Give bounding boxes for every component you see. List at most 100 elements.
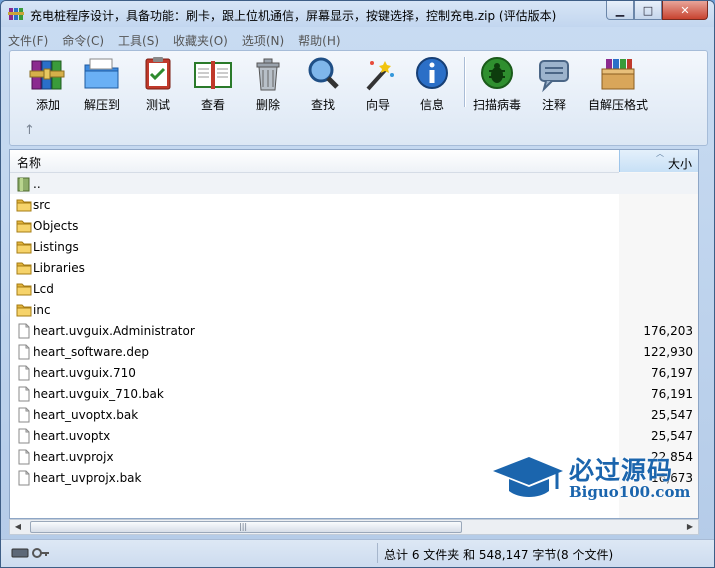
- file-size: 25,547: [651, 429, 693, 443]
- window-controls: ▁ □ ✕: [606, 1, 708, 20]
- menu-commands[interactable]: 命令(C): [55, 30, 111, 50]
- menu-help[interactable]: 帮助(H): [291, 30, 347, 50]
- menu-file[interactable]: 文件(F): [1, 30, 55, 50]
- maximize-button[interactable]: □: [634, 1, 662, 20]
- comment-button[interactable]: 注释: [526, 55, 582, 113]
- title-bar[interactable]: 充电桩程序设计，具备功能：刷卡，跟上位机通信，屏幕显示，按键选择，控制充电.zi…: [1, 1, 714, 27]
- file-name: heart_software.dep: [33, 345, 149, 359]
- comment-bubble-icon: [539, 60, 569, 93]
- sfx-button[interactable]: 自解压格式: [588, 55, 648, 113]
- sfx-label: 自解压格式: [588, 98, 649, 112]
- parent-folder-row[interactable]: ..: [10, 173, 698, 194]
- file-name: Lcd: [33, 282, 54, 296]
- folder-icon: [16, 220, 32, 233]
- file-row[interactable]: heart.uvguix.Administrator 176,203: [10, 320, 698, 341]
- folder-row[interactable]: src: [10, 194, 698, 215]
- menu-options[interactable]: 选项(N): [235, 30, 291, 50]
- scroll-left-button[interactable]: ◀: [11, 521, 25, 533]
- file-icon: [18, 407, 30, 423]
- file-size: 122,930: [643, 345, 693, 359]
- find-button[interactable]: 查找: [295, 55, 351, 113]
- folder-icon: [16, 283, 32, 296]
- column-size-label: 大小: [667, 157, 692, 171]
- file-name: heart.uvprojx: [33, 450, 114, 464]
- scroll-grip-icon: |||: [239, 522, 248, 531]
- add-label: 添加: [35, 98, 60, 112]
- comment-label: 注释: [541, 98, 566, 112]
- view-button[interactable]: 查看: [185, 55, 241, 113]
- watermark-text-cn: 必过源码: [569, 456, 674, 485]
- minimize-button[interactable]: ▁: [606, 1, 634, 20]
- folder-row[interactable]: Objects: [10, 215, 698, 236]
- menu-favorites[interactable]: 收藏夹(O): [166, 30, 235, 50]
- file-row[interactable]: heart_software.dep 122,930: [10, 341, 698, 362]
- menu-tools[interactable]: 工具(S): [111, 30, 166, 50]
- folder-row[interactable]: inc: [10, 299, 698, 320]
- column-size-header[interactable]: ︿ 大小: [619, 150, 698, 172]
- clipboard-check-icon: [145, 57, 171, 90]
- watermark: 必过源码 Biguo100.com: [491, 451, 691, 509]
- folder-icon: [16, 199, 32, 212]
- file-row[interactable]: heart_uvoptx.bak 25,547: [10, 404, 698, 425]
- add-button[interactable]: 添加: [20, 55, 76, 113]
- status-bar: 总计 6 文件夹 和 548,147 字节(8 个文件): [1, 539, 714, 567]
- scan-virus-label: 扫描病毒: [472, 98, 521, 112]
- sfx-box-icon: [601, 59, 635, 90]
- watermark-text-en: Biguo100.com: [569, 483, 691, 501]
- parent-folder-icon: [17, 177, 30, 192]
- delete-button[interactable]: 删除: [240, 55, 296, 113]
- scroll-thumb[interactable]: |||: [30, 521, 462, 533]
- horizontal-scrollbar[interactable]: ◀ ||| ▶: [9, 519, 699, 535]
- drive-key-icon[interactable]: [11, 546, 51, 560]
- toolbar-separator: [464, 57, 466, 107]
- up-folder-button[interactable]: ↑: [24, 123, 35, 138]
- status-separator: [377, 543, 378, 563]
- info-button[interactable]: 信息: [404, 55, 460, 113]
- scan-virus-button[interactable]: 扫描病毒: [469, 55, 525, 113]
- extract-to-label: 解压到: [83, 98, 120, 112]
- file-row[interactable]: heart.uvguix_710.bak 76,191: [10, 383, 698, 404]
- column-name-header[interactable]: 名称: [17, 154, 41, 171]
- menu-bar: 文件(F) 命令(C) 工具(S) 收藏夹(O) 选项(N) 帮助(H): [1, 30, 714, 50]
- folder-row[interactable]: Libraries: [10, 257, 698, 278]
- folder-extract-icon: [84, 58, 119, 89]
- folder-icon: [16, 262, 32, 275]
- file-row[interactable]: heart.uvguix.710 76,197: [10, 362, 698, 383]
- folder-row[interactable]: Listings: [10, 236, 698, 257]
- view-label: 查看: [200, 98, 225, 112]
- file-icon: [18, 323, 30, 339]
- file-name: heart_uvoptx.bak: [33, 408, 139, 422]
- file-name: heart.uvguix.710: [33, 366, 136, 380]
- file-icon: [18, 470, 30, 486]
- extract-to-button[interactable]: 解压到: [74, 55, 130, 113]
- scroll-right-button[interactable]: ▶: [683, 521, 697, 533]
- magnifier-icon: [308, 57, 339, 89]
- winrar-app-icon: [8, 8, 24, 20]
- winrar-window: 充电桩程序设计，具备功能：刷卡，跟上位机通信，屏幕显示，按键选择，控制充电.zi…: [0, 0, 715, 568]
- list-header: 名称 ︿ 大小: [10, 150, 698, 173]
- file-name: heart_uvprojx.bak: [33, 471, 142, 485]
- magic-wand-icon: [366, 61, 394, 91]
- file-icon: [18, 428, 30, 444]
- file-icon: [18, 386, 30, 402]
- folder-row[interactable]: Lcd: [10, 278, 698, 299]
- file-name: heart.uvguix.Administrator: [33, 324, 195, 338]
- books-stack-icon: [29, 60, 65, 90]
- trash-can-icon: [256, 58, 280, 91]
- file-name: Listings: [33, 240, 79, 254]
- test-button[interactable]: 测试: [130, 55, 186, 113]
- file-icon: [18, 365, 30, 381]
- file-name: ..: [33, 177, 41, 191]
- file-size: 25,547: [651, 408, 693, 422]
- open-book-icon: [194, 61, 232, 89]
- info-icon: [416, 57, 448, 89]
- file-size: 76,197: [651, 366, 693, 380]
- bug-scan-icon: [481, 57, 513, 89]
- close-button[interactable]: ✕: [662, 1, 708, 20]
- file-name: inc: [33, 303, 51, 317]
- file-row[interactable]: heart.uvoptx 25,547: [10, 425, 698, 446]
- toolbar: 添加 解压到 测试 查看 删除 查找 向导 信息 扫描病毒 注释 自解压格式 ↑: [9, 50, 708, 146]
- wizard-button[interactable]: 向导: [350, 55, 406, 113]
- file-size: 176,203: [643, 324, 693, 338]
- file-size: 76,191: [651, 387, 693, 401]
